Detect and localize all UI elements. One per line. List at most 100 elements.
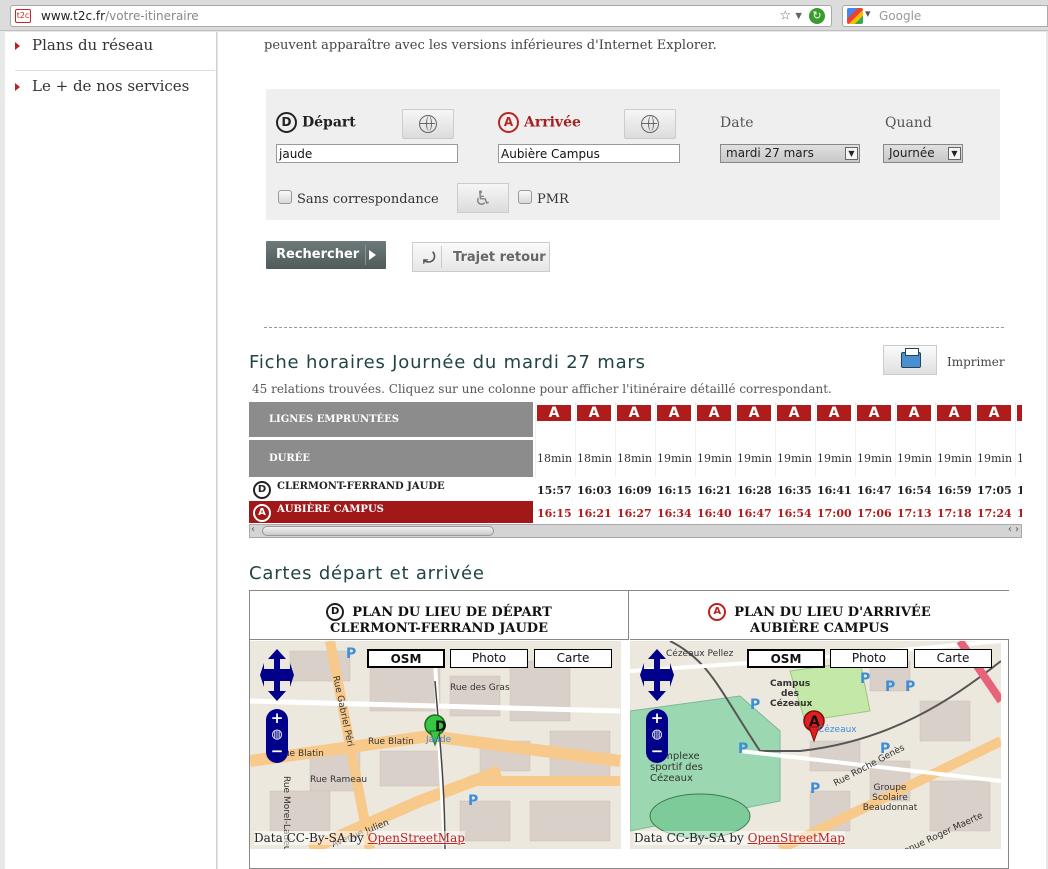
timetable-column[interactable]: A 19min 16:47 17:06 <box>855 402 895 523</box>
parking-icon: P <box>810 781 821 797</box>
address-bar[interactable]: t2c www.t2c.fr/votre-itineraire ☆ ▾ ↻ <box>10 5 832 27</box>
arrival-time-cell: 16:47 <box>737 507 772 520</box>
scroll-left-icon[interactable]: ‹ <box>251 524 255 535</box>
timetable-column[interactable]: A 19min 17:05 17:24 <box>975 402 1015 523</box>
search-placeholder: Google <box>879 9 922 23</box>
relations-count: 45 relations trouvées. Cliquez sur une c… <box>252 382 832 396</box>
search-button[interactable]: Rechercher <box>266 241 386 269</box>
line-badge: A <box>537 405 571 421</box>
globe-icon <box>419 115 437 133</box>
sans-correspondance-checkbox[interactable] <box>278 190 292 204</box>
timetable-column[interactable]: A 19min 16:54 17:13 <box>895 402 935 523</box>
timetable-column[interactable]: A 19min 16:35 16:54 <box>775 402 815 523</box>
map-photo-button[interactable]: Photo <box>830 649 908 668</box>
itinerary-form: DDépart AArrivée Date mardi 27 mars▼ Qua… <box>266 89 1000 220</box>
timetable-column[interactable]: A 18min 16:03 16:21 <box>575 402 615 523</box>
arrow-right-icon <box>15 42 20 50</box>
depart-label: D Départ <box>276 112 356 133</box>
street-label: Cézeaux Pellez <box>666 649 734 659</box>
scrollbar-thumb[interactable] <box>262 526 494 536</box>
maps-title: Cartes départ et arrivée <box>249 563 485 584</box>
duration-cell: 18min <box>617 452 653 465</box>
site-favicon-icon: t2c <box>15 9 31 23</box>
search-bar[interactable]: ▾ Google <box>842 5 1048 27</box>
duration-cell: 18min <box>537 452 573 465</box>
street-label: Rue Blatin <box>368 737 414 747</box>
duration-cell: 19min <box>777 452 813 465</box>
pmr-checkbox[interactable] <box>518 190 532 204</box>
depart-map[interactable]: D Rue Gabriel Péri Rue des Gras Rue Blat… <box>250 641 621 849</box>
zoom-control: + ◍ − <box>266 709 288 763</box>
globe-icon <box>641 115 659 133</box>
date-select[interactable]: mardi 27 mars ▼ <box>720 144 860 163</box>
timetable-column[interactable]: A 19min 16:21 16:40 <box>695 402 735 523</box>
departure-time-cell: 17:05 <box>977 484 1012 497</box>
arrivee-input[interactable] <box>498 144 680 163</box>
zoom-out-icon[interactable]: − <box>266 742 288 760</box>
depart-input[interactable] <box>276 144 458 163</box>
departure-time-cell: 17:1 <box>1017 484 1022 497</box>
map-photo-button[interactable]: Photo <box>450 649 528 668</box>
arrivee-map-tiles <box>630 641 1001 849</box>
arrivee-marker-icon: A <box>498 112 519 133</box>
bookmark-star-icon[interactable]: ☆ <box>780 9 792 24</box>
line-badge: A <box>577 405 611 421</box>
sidebar-item-plans[interactable]: Plans du réseau <box>15 36 215 54</box>
timetable-column[interactable]: A 18min 16:09 16:27 <box>615 402 655 523</box>
departure-time-cell: 16:59 <box>937 484 972 497</box>
arrivee-map-button[interactable] <box>624 109 676 139</box>
map-carte-button[interactable]: Carte <box>534 649 612 668</box>
map-osm-button[interactable]: OSM <box>747 649 825 668</box>
sidebar-item-services[interactable]: Le + de nos services <box>15 77 215 95</box>
street-label: Rue Rameau <box>310 775 368 785</box>
return-trip-button[interactable]: ⤾ Trajet retour <box>412 242 550 272</box>
line-badge: A <box>617 405 651 421</box>
pan-control-icon[interactable] <box>640 649 674 701</box>
departure-time-cell: 16:28 <box>737 484 772 497</box>
line-badge: A <box>697 405 731 421</box>
arrival-time-cell: 17:24 <box>977 507 1012 520</box>
zoom-in-icon[interactable]: + <box>646 709 668 727</box>
depart-map-header: D PLAN DU LIEU DE DÉPART CLERMONT-FERRAND… <box>250 591 629 640</box>
print-button[interactable] <box>883 345 937 375</box>
depart-map-tiles <box>250 641 621 849</box>
depart-map-button[interactable] <box>402 109 454 139</box>
departure-time-cell: 16:47 <box>857 484 892 497</box>
wheelchair-button[interactable]: ♿ <box>457 183 509 213</box>
dashed-divider <box>264 327 1004 328</box>
timetable-column[interactable]: A 18min 15:57 16:15 <box>535 402 575 523</box>
line-badge: A <box>817 405 851 421</box>
osm-link[interactable]: OpenStreetMap <box>368 831 465 845</box>
timetable: LIGNES EMPRUNTÉES DURÉE D CLERMONT-FERRAN… <box>249 402 1022 538</box>
wheelchair-icon: ♿ <box>474 186 492 210</box>
reload-icon[interactable]: ↻ <box>809 8 825 24</box>
timetable-column[interactable]: A 19min 16:41 17:00 <box>815 402 855 523</box>
zoom-out-icon[interactable]: − <box>646 742 668 760</box>
pan-control-icon[interactable] <box>260 649 294 701</box>
osm-link[interactable]: OpenStreetMap <box>748 831 845 845</box>
departure-time-cell: 16:21 <box>697 484 732 497</box>
map-credit: Data CC-By-SA by OpenStreetMap <box>634 831 845 845</box>
timetable-column[interactable]: A 19min 16:59 17:18 <box>935 402 975 523</box>
departure-time-cell: 15:57 <box>537 484 572 497</box>
map-osm-button[interactable]: OSM <box>367 649 445 668</box>
timetable-column[interactable]: A 19min 16:15 16:34 <box>655 402 695 523</box>
quand-select[interactable]: Journée ▼ <box>883 144 963 163</box>
timetable-column[interactable]: A 19min 16:28 16:47 <box>735 402 775 523</box>
map-carte-button[interactable]: Carte <box>914 649 992 668</box>
google-icon[interactable] <box>847 8 863 24</box>
globe-icon[interactable]: ◍ <box>266 727 288 742</box>
horizontal-scrollbar[interactable]: ‹ ‹ › <box>249 524 1022 538</box>
print-label[interactable]: Imprimer <box>947 355 1005 369</box>
timetable-column[interactable]: A 19min 17:1 17:3 <box>1015 402 1022 523</box>
line-badge: A <box>897 405 931 421</box>
departure-time-cell: 16:41 <box>817 484 852 497</box>
history-dropdown-icon[interactable]: ▾ <box>795 9 802 24</box>
globe-icon[interactable]: ◍ <box>646 727 668 742</box>
arrivee-marker-icon: A <box>253 504 271 522</box>
search-engine-dropdown-icon[interactable]: ▾ <box>865 7 871 20</box>
scroll-right-icon[interactable]: ‹ › <box>1008 524 1019 535</box>
arrivee-map[interactable]: A Cézeaux Pellez Campus des Cézeaux Comp… <box>630 641 1001 849</box>
zoom-in-icon[interactable]: + <box>266 709 288 727</box>
parking-icon: P <box>860 671 871 687</box>
